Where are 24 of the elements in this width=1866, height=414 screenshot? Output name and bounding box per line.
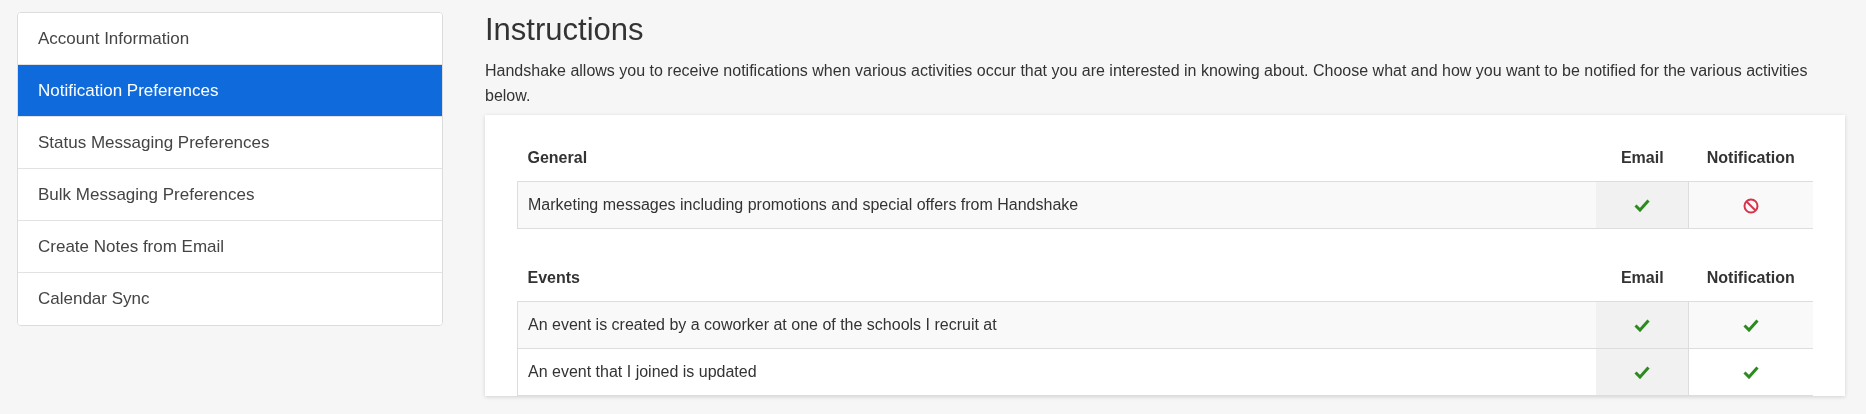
notification-cell[interactable]: [1688, 181, 1813, 229]
email-cell[interactable]: [1596, 181, 1689, 229]
activity-cell: Marketing messages including promotions and special offers from Handshake: [517, 181, 1596, 229]
page-title: Instructions: [485, 12, 645, 48]
activity-cell: An event is created by a coworker at one of the schools I recruit at: [517, 301, 1596, 349]
checkmark-icon: [1634, 319, 1650, 333]
instructions-text: Handshake allows you to receive notifications when various activities occur that you are interested in knowing about. Choose what and how you want to be notified for the various activities below.: [485, 61, 1809, 106]
sidebar-item[interactable]: Account Information: [18, 13, 442, 65]
checkmark-icon: [1743, 366, 1759, 380]
activity-cell: An event that I joined is updated: [517, 348, 1596, 396]
column-heading: Email: [1596, 255, 1689, 302]
column-heading: Email: [1596, 135, 1689, 182]
blocked-icon: [1743, 197, 1759, 214]
checkmark-icon: [1634, 199, 1650, 213]
column-heading: Notification: [1688, 135, 1813, 182]
notification-cell[interactable]: [1688, 301, 1813, 349]
section-heading: General: [517, 135, 1596, 182]
column-heading: Notification: [1688, 255, 1813, 302]
email-cell[interactable]: [1596, 301, 1689, 349]
email-cell[interactable]: [1596, 348, 1689, 396]
checkmark-icon: [1634, 366, 1650, 380]
checkmark-icon: [1743, 319, 1759, 333]
sidebar-item[interactable]: Notification Preferences: [18, 65, 442, 117]
section-heading: Events: [517, 255, 1596, 302]
